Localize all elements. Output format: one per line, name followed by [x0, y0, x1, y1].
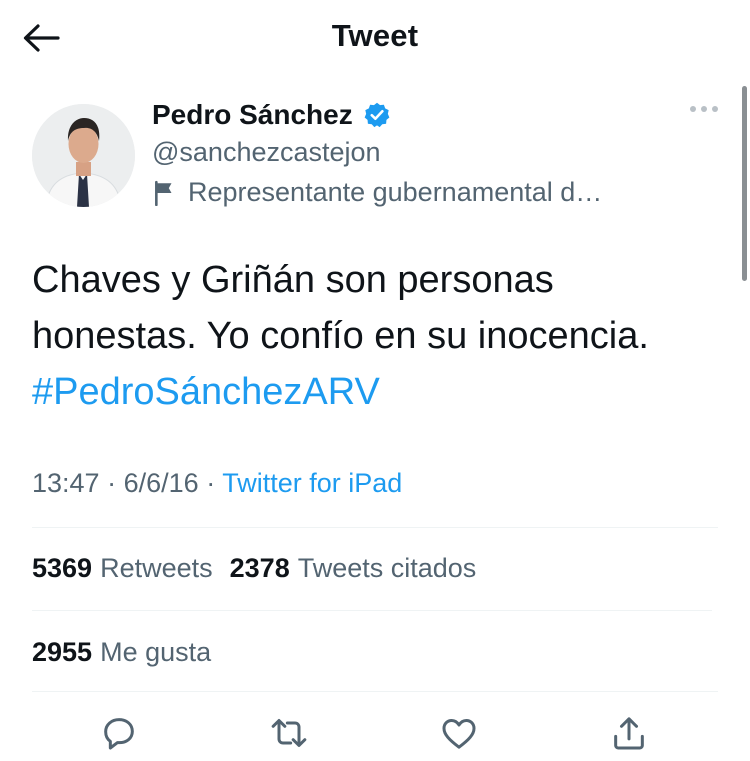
like-button[interactable] — [434, 708, 484, 758]
meta-separator: · — [206, 468, 216, 498]
government-label[interactable]: Representante gubernamental d… — [152, 177, 602, 208]
engagement-stats: 5369 Retweets 2378 Tweets citados — [32, 553, 476, 584]
tweet-time[interactable]: 13:47 — [32, 468, 100, 498]
likes-label: Me gusta — [100, 637, 212, 667]
page-title: Tweet — [331, 18, 419, 53]
author-handle[interactable]: @sanchezcastejon — [152, 137, 381, 168]
verified-badge-icon — [364, 102, 390, 128]
avatar[interactable] — [32, 104, 135, 207]
author-name[interactable]: Pedro Sánchez — [152, 99, 353, 131]
avatar-image — [32, 104, 135, 207]
tweet-body: Chaves y Griñán son personas honestas. Y… — [32, 259, 649, 357]
hashtag-link[interactable]: #PedroSánchezARV — [32, 371, 380, 413]
retweet-button[interactable] — [264, 708, 314, 758]
quotes-label: Tweets citados — [297, 553, 477, 583]
likes-count: 2955 — [32, 637, 93, 667]
retweets-stat[interactable]: 5369 Retweets — [32, 553, 213, 583]
divider — [32, 610, 712, 611]
top-bar: Tweet — [0, 0, 750, 80]
author-row: Pedro Sánchez — [152, 99, 391, 131]
tweet-source[interactable]: Twitter for iPad — [222, 468, 402, 498]
reply-button[interactable] — [94, 708, 144, 758]
government-label-text: Representante gubernamental d… — [188, 177, 603, 207]
quotes-count: 2378 — [229, 553, 290, 583]
scrollbar[interactable] — [742, 86, 747, 281]
likes-stat[interactable]: 2955 Me gusta — [32, 637, 211, 668]
retweets-label: Retweets — [100, 553, 213, 583]
tweet-text: Chaves y Griñán son personas honestas. Y… — [32, 252, 712, 420]
divider — [32, 691, 718, 692]
meta-separator: · — [107, 468, 117, 498]
share-icon — [614, 717, 644, 750]
divider — [32, 527, 718, 528]
share-button[interactable] — [604, 708, 654, 758]
action-bar — [0, 708, 750, 758]
retweets-count: 5369 — [32, 553, 93, 583]
more-options-icon[interactable] — [690, 106, 718, 112]
quotes-stat[interactable]: 2378 Tweets citados — [230, 553, 477, 583]
retweet-icon — [271, 719, 307, 747]
reply-icon — [104, 718, 134, 750]
tweet-meta: 13:47 · 6/6/16 · Twitter for iPad — [32, 468, 402, 499]
tweet-date[interactable]: 6/6/16 — [124, 468, 199, 498]
flag-icon — [155, 180, 172, 206]
heart-icon — [442, 719, 476, 749]
